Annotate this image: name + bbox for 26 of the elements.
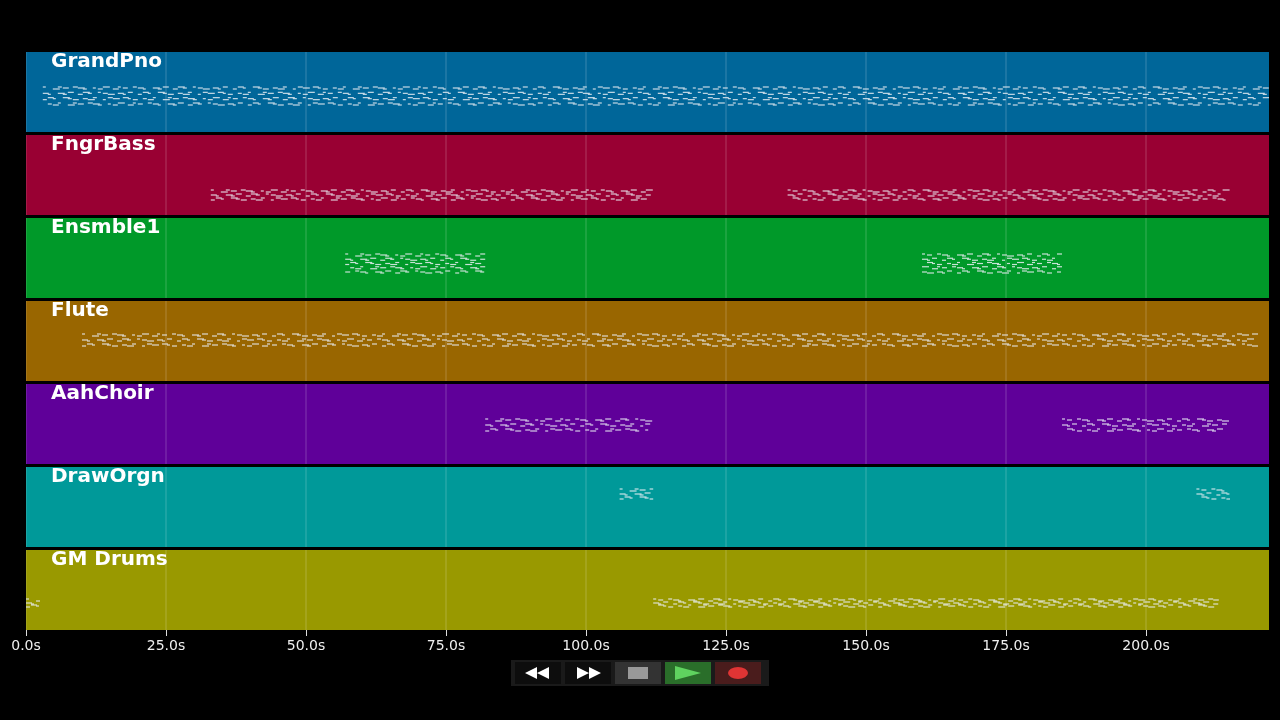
time-label: 175.0s	[982, 636, 1030, 654]
track-name: Ensmble1	[51, 214, 161, 238]
fast-forward-icon	[575, 667, 601, 679]
play-icon	[675, 666, 701, 680]
time-label: 75.0s	[426, 636, 466, 654]
track-name: AahChoir	[51, 380, 154, 404]
time-label: 125.0s	[702, 636, 750, 654]
time-label: 150.0s	[842, 636, 890, 654]
stop-button[interactable]	[615, 662, 661, 684]
track-name: GM Drums	[51, 546, 168, 570]
time-label: 50.0s	[286, 636, 326, 654]
track-name: Flute	[51, 297, 109, 321]
time-label: 200.0s	[1122, 636, 1170, 654]
rewind-button[interactable]	[515, 662, 561, 684]
track-name: FngrBass	[51, 131, 156, 155]
rewind-icon	[525, 667, 551, 679]
track-name: GrandPno	[51, 48, 162, 72]
play-button[interactable]	[665, 662, 711, 684]
track-name: DrawOrgn	[51, 463, 165, 487]
time-label: 0.0s	[11, 636, 41, 654]
record-icon	[728, 667, 748, 679]
record-button[interactable]	[715, 662, 761, 684]
stop-icon	[628, 667, 648, 679]
forward-button[interactable]	[565, 662, 611, 684]
time-label: 25.0s	[146, 636, 186, 654]
time-label: 100.0s	[562, 636, 610, 654]
